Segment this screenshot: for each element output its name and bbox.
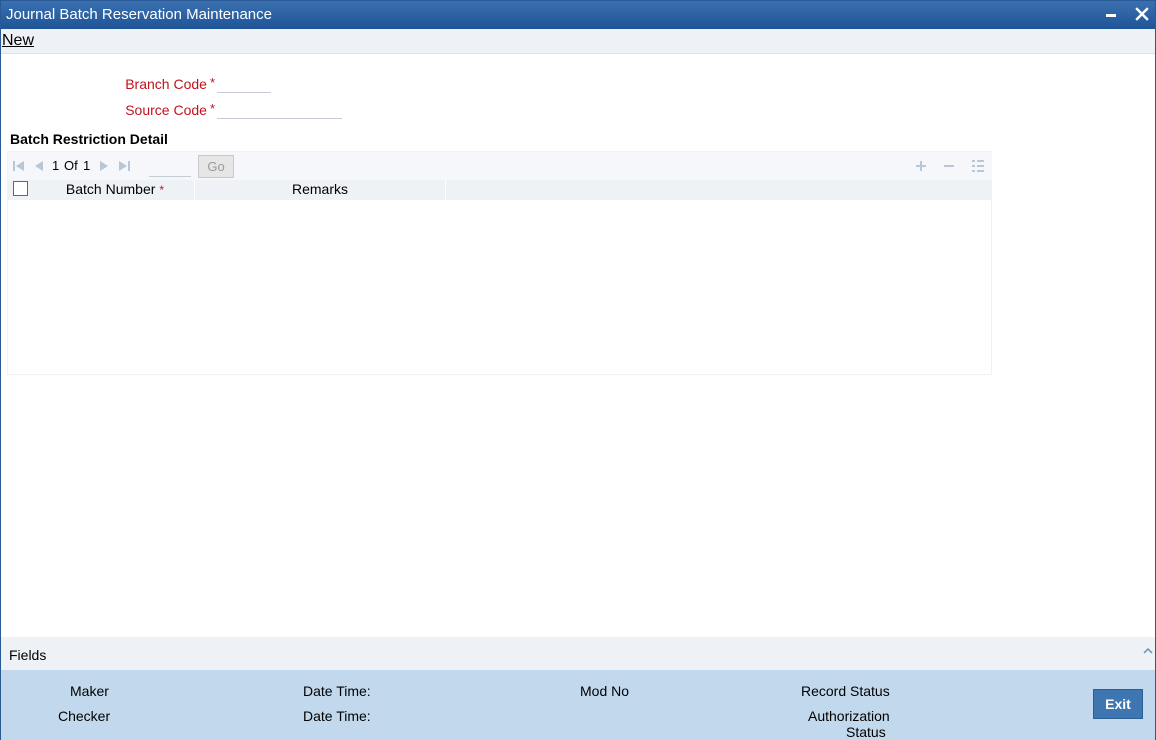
column-header-remarks[interactable]: Remarks (195, 180, 446, 200)
delete-row-icon[interactable] (941, 158, 957, 174)
branch-code-label-text: Branch Code (125, 76, 207, 92)
exit-button[interactable]: Exit (1093, 689, 1143, 719)
audit-bar: Maker Checker Date Time: Date Time: Mod … (1, 670, 1155, 740)
minimize-icon[interactable] (1103, 5, 1121, 23)
go-button[interactable]: Go (198, 155, 234, 178)
select-all-checkbox[interactable] (13, 181, 28, 196)
grid-header: Batch Number * Remarks (8, 180, 992, 200)
fields-bar: Fields (1, 637, 1155, 670)
batch-restriction-grid: 1 Of 1 Go Batch Number * Remarks (7, 151, 992, 375)
maker-date-time-label: Date Time: (303, 683, 371, 699)
close-icon[interactable] (1133, 5, 1151, 23)
authorization-label: Authorization (808, 708, 890, 724)
fields-label[interactable]: Fields (9, 647, 46, 663)
current-page: 1 (52, 158, 60, 173)
maker-label: Maker (70, 683, 109, 699)
record-status-label: Record Status (801, 683, 890, 699)
checker-label: Checker (58, 708, 111, 724)
branch-code-input[interactable] (217, 73, 271, 93)
last-page-icon[interactable] (117, 159, 131, 173)
authorization-status-label: Status (846, 724, 886, 740)
window-title: Journal Batch Reservation Maintenance (6, 6, 272, 23)
required-marker: * (209, 75, 215, 90)
required-marker: * (159, 183, 165, 197)
single-view-icon[interactable] (970, 158, 986, 174)
of-label: Of (64, 158, 78, 173)
journal-batch-window: Journal Batch Reservation Maintenance Ne… (0, 0, 1156, 740)
page-number-input[interactable] (149, 157, 191, 177)
grid-toolbar: 1 Of 1 Go (8, 152, 992, 180)
branch-code-label: Branch Code * (101, 75, 215, 92)
remarks-header-label: Remarks (291, 181, 348, 197)
add-row-icon[interactable] (913, 158, 929, 174)
source-code-label-text: Source Code (125, 102, 207, 118)
next-page-icon[interactable] (97, 159, 111, 173)
menu-bar: New (1, 29, 1155, 54)
previous-page-icon[interactable] (32, 159, 46, 173)
batch-number-header-label: Batch Number (65, 181, 156, 197)
chevron-up-icon[interactable] (1142, 643, 1154, 654)
source-code-input[interactable] (217, 99, 342, 119)
total-pages: 1 (83, 158, 91, 173)
required-marker: * (209, 101, 215, 116)
title-bar: Journal Batch Reservation Maintenance (1, 1, 1155, 29)
checker-date-time-label: Date Time: (303, 708, 371, 724)
first-page-icon[interactable] (12, 159, 26, 173)
mod-no-label: Mod No (580, 683, 630, 699)
column-header-batch-number[interactable]: Batch Number * (36, 180, 195, 200)
batch-restriction-title: Batch Restriction Detail (10, 131, 168, 147)
new-menu-link[interactable]: New (2, 32, 34, 50)
source-code-label: Source Code * (101, 101, 215, 118)
